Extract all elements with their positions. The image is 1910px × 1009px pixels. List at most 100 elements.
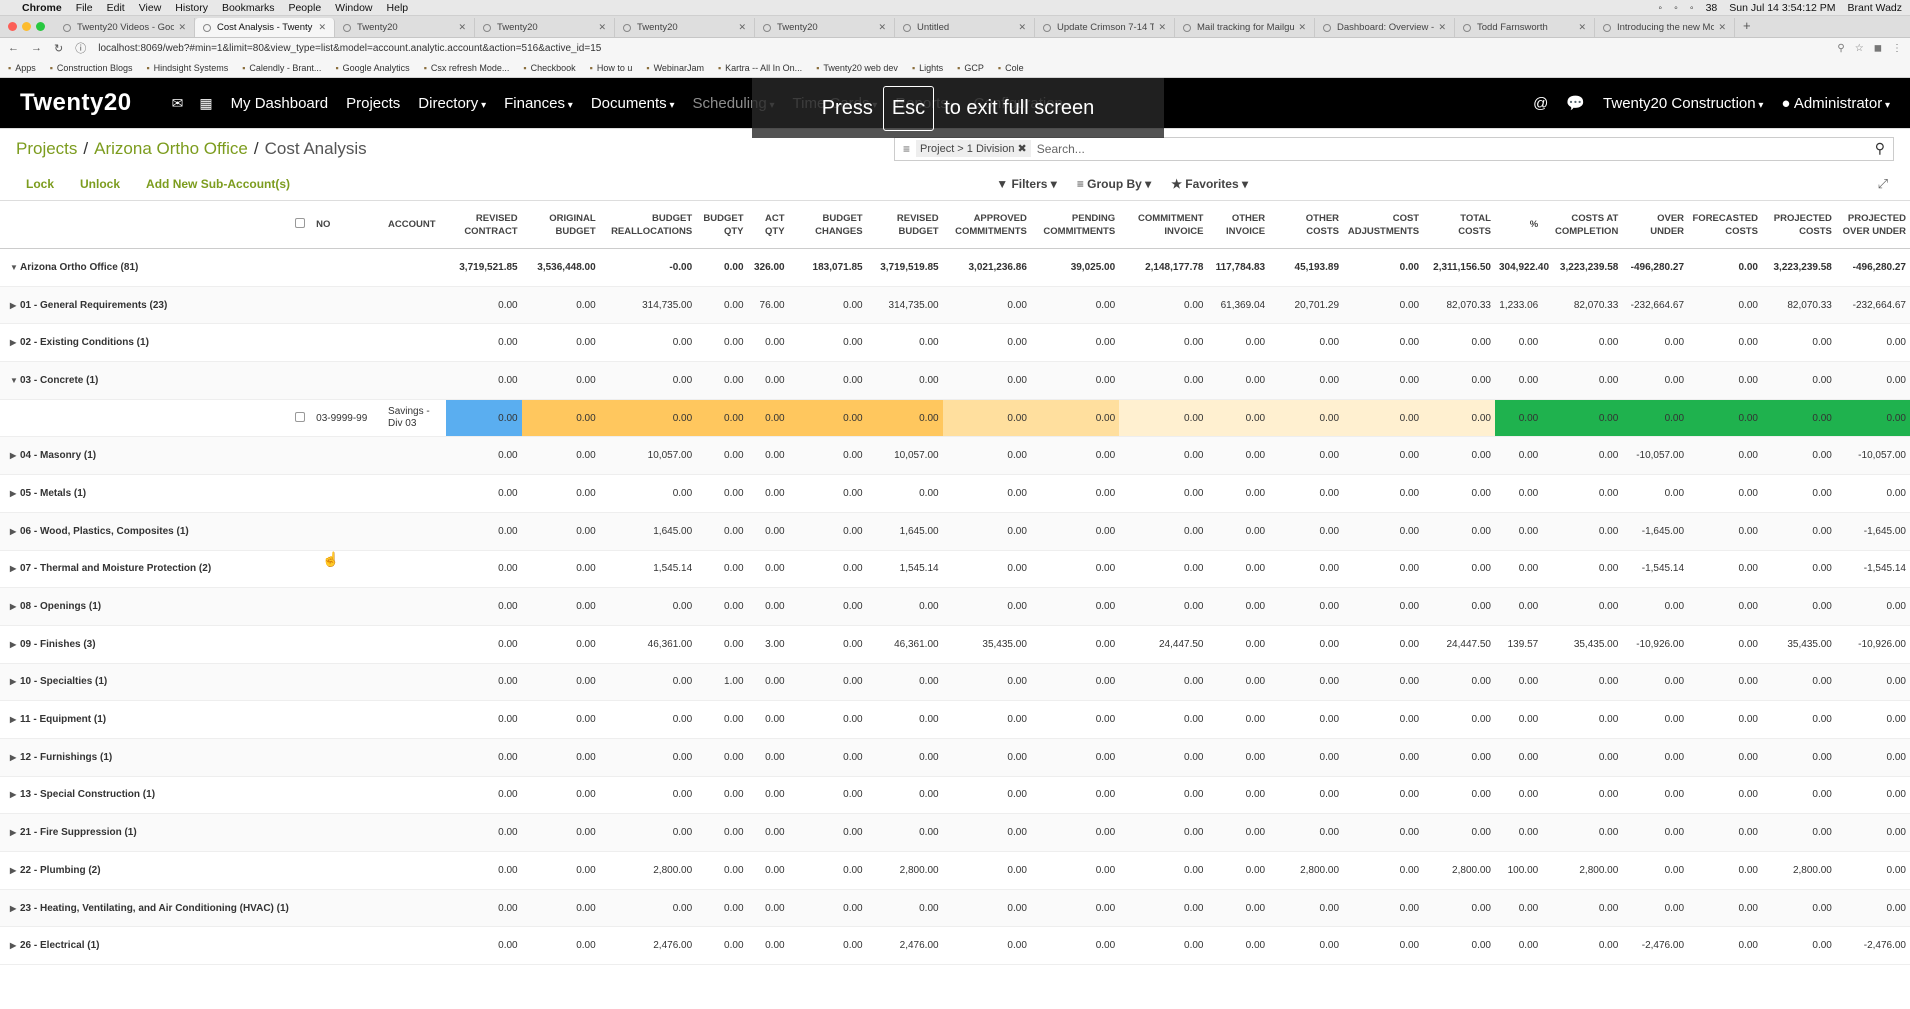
minimize-window-icon[interactable] bbox=[22, 22, 31, 31]
row-name[interactable]: ▶ 21 - Fire Suppression (1) bbox=[0, 813, 288, 852]
table-row[interactable]: ▶ 01 - General Requirements (23) 0.00 0.00 3… bbox=[0, 286, 1910, 325]
mac-menu-item[interactable]: Help bbox=[387, 2, 409, 14]
search-input[interactable]: ≡ Project > 1 Division ✖ Search... ⚲ bbox=[894, 136, 1894, 161]
table-cell[interactable]: 0.00 bbox=[1343, 399, 1424, 438]
row-select[interactable] bbox=[287, 286, 313, 325]
table-cell[interactable]: 0.00 bbox=[1423, 399, 1495, 438]
row-select[interactable] bbox=[287, 587, 313, 626]
caret-down-icon[interactable]: ▼ bbox=[10, 263, 20, 272]
row-name[interactable]: ▶ 09 - Finishes (3) bbox=[0, 625, 288, 664]
row-select[interactable] bbox=[287, 436, 313, 476]
row-name[interactable]: ▼ 03 - Concrete (1) bbox=[0, 361, 288, 400]
table-row[interactable]: ▶ 07 - Thermal and Moisture Protection (2… bbox=[0, 550, 1910, 589]
column-header[interactable]: PENDING COMMITMENTS bbox=[1030, 200, 1120, 249]
nav-documents[interactable]: Documents bbox=[591, 95, 675, 112]
table-cell[interactable]: 0.00 bbox=[1688, 399, 1762, 438]
menu-dots-icon[interactable]: ⋮ bbox=[1892, 43, 1902, 54]
table-row[interactable]: ▶ 11 - Equipment (1) 0.00 0.00 0.00 0.00 0.00 0… bbox=[0, 700, 1910, 739]
groupby-dropdown[interactable]: ≡ Group By ▾ bbox=[1077, 177, 1151, 191]
table-cell[interactable]: 0.00 bbox=[1542, 399, 1623, 438]
lock-button[interactable]: Lock bbox=[26, 177, 54, 191]
caret-right-icon[interactable]: ▶ bbox=[10, 715, 20, 724]
column-header[interactable]: % bbox=[1494, 200, 1543, 249]
filters-dropdown[interactable]: ▼ Filters ▾ bbox=[996, 177, 1057, 191]
row-select[interactable] bbox=[287, 663, 313, 702]
browser-tab[interactable]: Todd Farnsworth ✕ bbox=[1455, 18, 1595, 37]
browser-tab[interactable]: Update Crimson 7-14 T ✕ bbox=[1035, 18, 1175, 37]
column-header[interactable]: ORIGINAL BUDGET bbox=[521, 200, 600, 249]
row-name[interactable]: ▶ 06 - Wood, Plastics, Composites (1) bbox=[0, 512, 288, 551]
table-cell[interactable]: 0.00 bbox=[1269, 399, 1344, 438]
search-icon[interactable]: ⚲ bbox=[1875, 140, 1885, 157]
subaccount-row[interactable]: 03-9999-99 Savings - Div 03 0.00 0.00 0.00 0.… bbox=[0, 399, 1910, 438]
mac-menu-item[interactable]: Window bbox=[335, 2, 372, 14]
bookmark-item[interactable]: Google Analytics bbox=[335, 63, 410, 73]
bookmark-item[interactable]: Apps bbox=[8, 63, 36, 73]
caret-right-icon[interactable]: ▶ bbox=[10, 866, 20, 875]
browser-tab[interactable]: Untitled ✕ bbox=[895, 18, 1035, 37]
nav-finances[interactable]: Finances bbox=[504, 95, 573, 112]
table-cell[interactable]: 0.00 bbox=[1835, 399, 1910, 438]
table-row[interactable]: ▼ Arizona Ortho Office (81) 3,719,521.85 3,… bbox=[0, 248, 1910, 287]
mac-menu-item[interactable]: View bbox=[139, 2, 162, 14]
close-tab-icon[interactable]: ✕ bbox=[738, 22, 746, 33]
bookmark-item[interactable]: Kartra -- All In On... bbox=[718, 63, 802, 73]
battery-icon[interactable]: ◦ bbox=[1690, 2, 1694, 14]
table-row[interactable]: ▶ 09 - Finishes (3) 0.00 0.00 46,361.00 0.00 3… bbox=[0, 625, 1910, 664]
row-select[interactable] bbox=[287, 625, 313, 664]
info-icon[interactable]: ⓘ bbox=[75, 40, 86, 56]
close-tab-icon[interactable]: ✕ bbox=[1298, 22, 1306, 33]
forward-icon[interactable]: → bbox=[31, 42, 42, 54]
table-row[interactable]: ▶ 04 - Masonry (1) 0.00 0.00 10,057.00 0.00 0.… bbox=[0, 436, 1910, 476]
star-icon[interactable]: ☆ bbox=[1855, 43, 1864, 54]
caret-right-icon[interactable]: ▶ bbox=[10, 602, 20, 611]
column-header[interactable]: OTHER INVOICE bbox=[1207, 200, 1270, 249]
column-header[interactable]: BUDGET QTY bbox=[696, 200, 748, 249]
row-name[interactable] bbox=[0, 399, 288, 438]
browser-tab[interactable]: Twenty20 ✕ bbox=[755, 18, 895, 37]
column-header[interactable]: ACCOUNT bbox=[384, 200, 446, 249]
breadcrumb-project[interactable]: Arizona Ortho Office bbox=[94, 139, 248, 159]
column-header[interactable]: BUDGET REALLOCATIONS bbox=[599, 200, 697, 249]
back-icon[interactable]: ← bbox=[8, 42, 19, 54]
row-name[interactable]: ▶ 22 - Plumbing (2) bbox=[0, 851, 288, 890]
table-cell[interactable]: 0.00 bbox=[599, 399, 697, 438]
column-header[interactable]: COMMITMENT INVOICE bbox=[1119, 200, 1208, 249]
column-header[interactable]: ACT QTY bbox=[747, 200, 789, 249]
bookmark-item[interactable]: Construction Blogs bbox=[50, 63, 133, 73]
browser-tab[interactable]: Dashboard: Overview - ✕ bbox=[1315, 18, 1455, 37]
nav-projects[interactable]: Projects bbox=[346, 95, 400, 112]
row-select[interactable] bbox=[287, 361, 313, 400]
browser-tab[interactable]: Twenty20 Videos - Goo ✕ bbox=[55, 18, 195, 37]
table-row[interactable]: ▶ 22 - Plumbing (2) 0.00 0.00 2,800.00 0.00 0.… bbox=[0, 851, 1910, 890]
browser-tab[interactable]: Twenty20 ✕ bbox=[475, 18, 615, 37]
caret-right-icon[interactable]: ▶ bbox=[10, 904, 20, 913]
row-name[interactable]: ▶ 13 - Special Construction (1) bbox=[0, 776, 288, 815]
caret-right-icon[interactable]: ▶ bbox=[10, 564, 20, 573]
column-header[interactable]: COSTS AT COMPLETION bbox=[1542, 200, 1623, 249]
browser-tab[interactable]: Cost Analysis - Twenty ✕ bbox=[195, 18, 335, 37]
caret-right-icon[interactable]: ▶ bbox=[10, 790, 20, 799]
table-row[interactable]: ▶ 10 - Specialties (1) 0.00 0.00 0.00 1.00 0.0… bbox=[0, 663, 1910, 702]
row-checkbox[interactable] bbox=[294, 411, 305, 422]
column-header[interactable]: COST ADJUSTMENTS bbox=[1343, 200, 1424, 249]
reload-icon[interactable]: ↻ bbox=[54, 42, 63, 55]
table-cell[interactable]: 0.00 bbox=[1030, 399, 1120, 438]
table-row[interactable]: ▶ 02 - Existing Conditions (1) 0.00 0.00 0.0… bbox=[0, 323, 1910, 363]
mac-menu-item[interactable]: History bbox=[175, 2, 208, 14]
row-name[interactable]: ▶ 04 - Masonry (1) bbox=[0, 436, 288, 476]
select-all-checkbox[interactable] bbox=[294, 217, 305, 228]
bookmark-item[interactable]: Twenty20 web dev bbox=[816, 63, 898, 73]
close-tab-icon[interactable]: ✕ bbox=[1578, 22, 1586, 33]
row-select[interactable] bbox=[287, 512, 313, 551]
nav-directory[interactable]: Directory bbox=[418, 95, 486, 112]
column-header[interactable]: PROJECTED OVER UNDER bbox=[1835, 200, 1910, 249]
browser-tab[interactable]: Twenty20 ✕ bbox=[335, 18, 475, 37]
table-cell[interactable]: 0.00 bbox=[788, 399, 867, 438]
caret-right-icon[interactable]: ▶ bbox=[10, 753, 20, 762]
close-tab-icon[interactable]: ✕ bbox=[1018, 22, 1026, 33]
caret-right-icon[interactable]: ▶ bbox=[10, 640, 20, 649]
row-name[interactable]: ▶ 08 - Openings (1) bbox=[0, 587, 288, 626]
maximize-window-icon[interactable] bbox=[36, 22, 45, 31]
row-select[interactable] bbox=[287, 323, 313, 363]
